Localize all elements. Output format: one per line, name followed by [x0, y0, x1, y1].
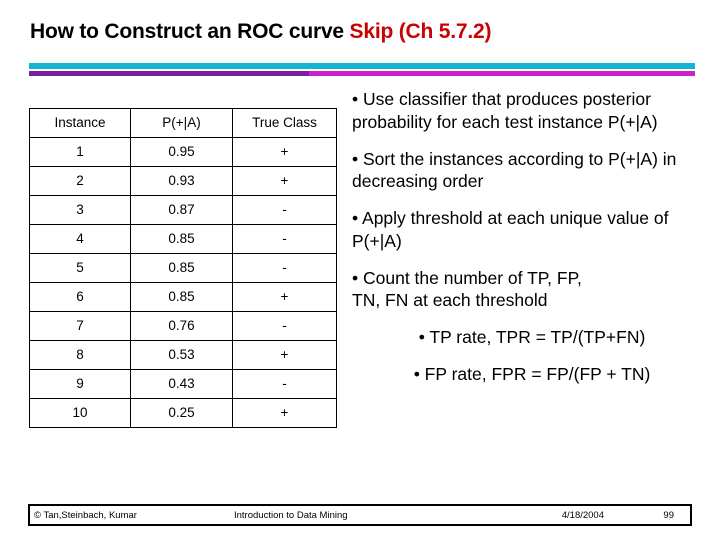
table-cell: 5 — [29, 253, 131, 283]
footer-page-number: 99 — [663, 509, 674, 521]
table-cell: 8 — [29, 340, 131, 370]
table-row: 1 0.95 + — [29, 137, 337, 167]
table-cell: + — [232, 398, 337, 428]
table-cell: 0.95 — [130, 137, 233, 167]
table-row: 5 0.85- — [29, 253, 337, 283]
table-cell: 7 — [29, 311, 131, 341]
page-title-main: How to Construct an ROC curve — [30, 20, 350, 43]
table-cell: - — [232, 253, 337, 283]
table-row: 10 0.25 + — [29, 398, 337, 428]
table-cell: 10 — [29, 398, 131, 428]
table-cell: - — [232, 369, 337, 399]
table-cell: 0.25 — [130, 398, 233, 428]
table-cell: 4 — [29, 224, 131, 254]
table-header-row: Instance P(+|A) True Class — [29, 108, 337, 138]
table-cell: 9 — [29, 369, 131, 399]
column-header-instance: Instance — [29, 108, 131, 138]
table-cell: 0.76 — [130, 311, 233, 341]
slide-footer: © Tan,Steinbach, Kumar Introduction to D… — [28, 504, 692, 526]
table-row: 7 0.76- — [29, 311, 337, 341]
table-cell: 6 — [29, 282, 131, 312]
table-cell: 0.87 — [130, 195, 233, 225]
table-row: 8 0.53 + — [29, 340, 337, 370]
footer-copyright: © Tan,Steinbach, Kumar — [34, 509, 137, 521]
table-cell: 0.85 — [130, 282, 233, 312]
bullet-item-2: • Sort the instances according to P(+|A)… — [352, 148, 677, 192]
table-cell: + — [232, 340, 337, 370]
table-cell: 0.93 — [130, 166, 233, 196]
bullet-item-3: • Apply threshold at each unique value o… — [352, 208, 669, 251]
table-cell: 0.85 — [130, 253, 233, 283]
table-row: 4 0.85- — [29, 224, 337, 254]
table-cell: 2 — [29, 166, 131, 196]
table-row: 3 0.87- — [29, 195, 337, 225]
divider-bar-purple — [29, 71, 309, 76]
table-cell: + — [232, 137, 337, 167]
table-cell: 0.53 — [130, 340, 233, 370]
table-cell: 0.43 — [130, 369, 233, 399]
bullet-item-5: • TP rate, TPR = TP/(TP+FN) — [418, 327, 646, 347]
table-cell: 1 — [29, 137, 131, 167]
footer-book-title: Introduction to Data Mining — [234, 509, 348, 521]
page-title: How to Construct an ROC curve Skip (Ch 5… — [30, 20, 695, 44]
divider-bar-lower — [29, 71, 695, 76]
footer-date: 4/18/2004 — [561, 509, 604, 521]
table-cell: - — [232, 311, 337, 341]
bullet-item-1: • Use classifier that produces posterior… — [352, 89, 658, 132]
divider-bar-magenta — [308, 71, 695, 76]
page-title-accent: Skip (Ch 5.7.2) — [349, 20, 492, 43]
table-cell: 0.85 — [130, 224, 233, 254]
column-header-probability: P(+|A) — [130, 108, 233, 138]
table-cell: + — [232, 282, 337, 312]
column-header-true-class: True Class — [232, 108, 337, 138]
table-cell: - — [232, 195, 337, 225]
bullet-item-6: • FP rate, FPR = FP/(FP + TN) — [413, 363, 651, 384]
roc-instance-table: Instance P(+|A) True Class 1 0.95 +2 0.93 +3… — [29, 108, 337, 428]
table-cell: + — [232, 166, 337, 196]
table-row: 6 0.85 + — [29, 282, 337, 312]
bullet-item-4: • Count the number of TP, FP, TN, FN at … — [352, 267, 582, 311]
table-cell: - — [232, 224, 337, 254]
title-divider — [29, 63, 695, 76]
table-row: 2 0.93 + — [29, 166, 337, 196]
bullet-list: • Use classifier that produces posterior… — [352, 88, 712, 400]
table-row: 9 0.43- — [29, 369, 337, 399]
table-cell: 3 — [29, 195, 131, 225]
